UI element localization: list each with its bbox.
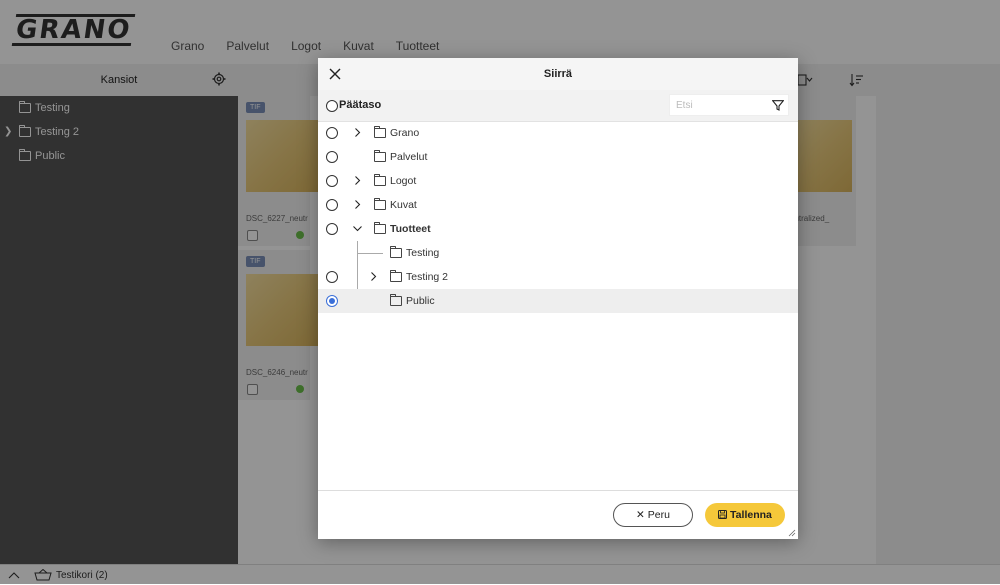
folder-icon bbox=[374, 150, 386, 163]
folder-icon bbox=[374, 198, 386, 211]
resize-handle-icon[interactable] bbox=[788, 529, 796, 537]
cancel-button-label: Peru bbox=[647, 509, 670, 521]
search-input[interactable] bbox=[669, 94, 789, 116]
chevron-right-icon[interactable] bbox=[369, 272, 378, 281]
tree-item-label: Logot bbox=[390, 175, 417, 187]
tree-item-tuotteet-testing-2[interactable]: Testing 2 bbox=[318, 265, 798, 289]
dialog-footer: ✕ Peru Tallenna bbox=[318, 490, 798, 539]
folder-radio[interactable] bbox=[326, 199, 338, 211]
folder-radio[interactable] bbox=[326, 127, 338, 139]
save-button-label: Tallenna bbox=[730, 509, 772, 521]
tree-item-tuotteet-public[interactable]: Public bbox=[318, 289, 798, 313]
folder-radio[interactable] bbox=[326, 151, 338, 163]
tree-item-kuvat[interactable]: Kuvat bbox=[318, 193, 798, 217]
folder-radio-selected[interactable] bbox=[326, 295, 338, 307]
tree-item-label: Testing 2 bbox=[406, 271, 449, 283]
tree-item-label: Grano bbox=[390, 127, 420, 139]
root-level-label: Päätaso bbox=[339, 99, 382, 111]
folder-icon bbox=[374, 174, 386, 187]
tree-item-label: Palvelut bbox=[390, 151, 428, 163]
tree-item-label: Public bbox=[406, 295, 435, 307]
tree-item-label: Kuvat bbox=[390, 199, 417, 211]
close-icon: ✕ bbox=[636, 509, 645, 521]
root-level-row[interactable]: Päätaso bbox=[318, 90, 798, 122]
tree-item-tuotteet-testing[interactable]: Testing bbox=[318, 241, 798, 265]
dialog-header: Siirrä bbox=[318, 58, 798, 90]
tree-item-label: Testing bbox=[406, 247, 440, 259]
folder-icon bbox=[390, 294, 402, 307]
save-button[interactable]: Tallenna bbox=[705, 503, 785, 527]
filter-icon[interactable] bbox=[772, 100, 784, 111]
folder-radio[interactable] bbox=[326, 223, 338, 235]
folder-radio[interactable] bbox=[326, 175, 338, 187]
cancel-button[interactable]: ✕ Peru bbox=[613, 503, 693, 527]
folder-radio[interactable] bbox=[326, 271, 338, 283]
tree-item-logot[interactable]: Logot bbox=[318, 169, 798, 193]
folder-icon bbox=[374, 222, 386, 235]
chevron-right-icon[interactable] bbox=[353, 128, 362, 137]
tree-item-label: Tuotteet bbox=[390, 223, 431, 235]
dialog-title: Siirrä bbox=[543, 68, 573, 80]
folder-icon bbox=[374, 126, 386, 139]
chevron-down-icon[interactable] bbox=[353, 224, 362, 233]
folder-icon bbox=[390, 270, 402, 283]
move-dialog: Siirrä Päätaso Grano Palvelut Logot bbox=[318, 58, 798, 539]
tree-item-palvelut[interactable]: Palvelut bbox=[318, 145, 798, 169]
tree-item-grano[interactable]: Grano bbox=[318, 121, 798, 145]
save-icon bbox=[718, 510, 728, 519]
tree-item-tuotteet[interactable]: Tuotteet bbox=[318, 217, 798, 241]
folder-icon bbox=[390, 246, 402, 259]
chevron-right-icon[interactable] bbox=[353, 176, 362, 185]
chevron-right-icon[interactable] bbox=[353, 200, 362, 209]
root-level-radio[interactable] bbox=[326, 100, 338, 112]
